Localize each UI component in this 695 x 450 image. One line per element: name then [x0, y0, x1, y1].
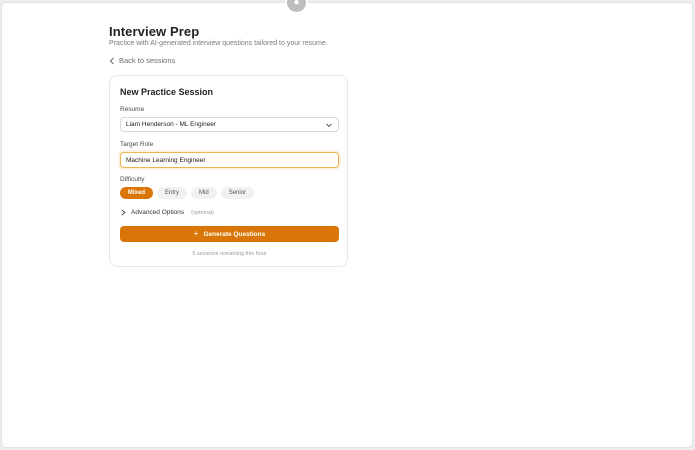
resume-select[interactable]: Liam Henderson - ML Engineer [120, 117, 339, 132]
chevron-left-icon [109, 57, 114, 64]
back-link-label: Back to sessions [119, 56, 176, 65]
difficulty-option-senior[interactable]: Senior [220, 187, 255, 199]
difficulty-label: Difficulty [120, 176, 145, 183]
target-role-value: Machine Learning Engineer [126, 156, 206, 164]
plus-icon: + [193, 229, 199, 238]
difficulty-option-entry[interactable]: Entry [157, 187, 188, 199]
page-title: Interview Prep [109, 24, 200, 39]
advanced-options-label: Advanced Options [131, 209, 185, 216]
difficulty-selector: Mixed Entry Mid Senior [120, 187, 255, 199]
app-canvas: ● Interview Prep Practice with AI-genera… [0, 0, 695, 450]
chevron-down-icon [326, 123, 332, 128]
chevron-right-icon [121, 209, 126, 216]
card-title: New Practice Session [120, 87, 214, 97]
target-role-input[interactable]: Machine Learning Engineer [120, 152, 339, 168]
generate-questions-button[interactable]: + Generate Questions [120, 226, 339, 242]
new-session-card: New Practice Session Resume Liam Henders… [109, 75, 348, 267]
resume-select-value: Liam Henderson - ML Engineer [126, 121, 217, 128]
resume-label: Resume [120, 106, 145, 113]
advanced-options-toggle[interactable]: Advanced Options (optional) [121, 209, 214, 216]
generate-button-label: Generate Questions [203, 230, 266, 238]
sessions-remaining-text: 5 sessions remaining this hour [192, 251, 267, 257]
main-panel: ● Interview Prep Practice with AI-genera… [2, 0, 692, 447]
avatar[interactable]: ● [287, 0, 306, 12]
difficulty-option-mid[interactable]: Mid [191, 187, 217, 199]
difficulty-option-mixed[interactable]: Mixed [120, 187, 154, 199]
back-to-sessions-link[interactable]: Back to sessions [109, 56, 175, 65]
advanced-options-hint: (optional) [191, 209, 215, 216]
page-subtitle: Practice with AI-generated interview que… [109, 40, 328, 47]
target-role-label: Target Role [120, 141, 154, 148]
